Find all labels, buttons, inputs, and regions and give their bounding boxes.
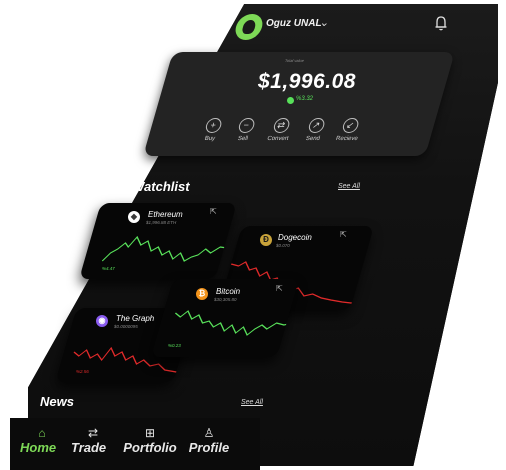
tab-profile[interactable]: ♙ Profile (185, 426, 233, 455)
portfolio-icon: ⊞ (144, 426, 156, 440)
the-graph-price: $0.0000095 (114, 324, 138, 329)
dogecoin-price: $0.070 (276, 243, 290, 248)
dogecoin-icon: Ð (260, 234, 272, 246)
balance-caption: Total value (284, 58, 305, 63)
tab-home[interactable]: ⌂ Home (20, 426, 64, 455)
tab-portfolio-label: Portfolio (123, 440, 177, 455)
tab-profile-label: Profile (188, 440, 230, 455)
bitcoin-name: Bitcoin (216, 287, 241, 296)
dogecoin-name: Dogecoin (278, 233, 312, 242)
external-link-icon[interactable]: ⇱ (276, 284, 283, 293)
plus-icon: + (203, 118, 223, 133)
stage: Oguz UNAL ⌄ Total value $1,996.08 %3.32 … (0, 0, 506, 470)
news-see-all-link[interactable]: See All (241, 399, 263, 406)
receive-button[interactable]: ↙ Recieve (330, 118, 368, 142)
news-title: News (40, 394, 74, 409)
send-label: Send (304, 136, 321, 142)
convert-label: Convert (266, 136, 290, 142)
balance-amount: $1,996.08 (258, 70, 356, 93)
buy-button[interactable]: + Buy (193, 118, 231, 142)
buy-label: Buy (203, 136, 216, 142)
watchlist-see-all-link[interactable]: See All (338, 183, 360, 190)
receive-label: Recieve (335, 136, 359, 142)
tab-trade[interactable]: ⇄ Trade (71, 426, 115, 455)
balance-change: %3.32 (296, 96, 314, 102)
send-icon: ↗ (306, 118, 326, 133)
the-graph-icon: ◉ (96, 315, 108, 327)
send-button[interactable]: ↗ Send (296, 118, 334, 142)
bitcoin-change: %0.23 (168, 343, 181, 348)
external-link-icon[interactable]: ⇱ (340, 230, 347, 239)
watchlist-title: Watchlist (132, 179, 190, 194)
bitcoin-icon: ₿ (196, 288, 208, 300)
tab-portfolio[interactable]: ⊞ Portfolio (120, 426, 180, 455)
ethereum-change: %4.47 (102, 266, 115, 271)
bell-icon[interactable] (432, 14, 450, 32)
username[interactable]: Oguz UNAL (266, 18, 322, 29)
ethereum-icon: ◆ (128, 211, 140, 223)
tab-home-label: Home (20, 440, 57, 455)
minus-icon: − (236, 118, 256, 133)
trade-icon: ⇄ (87, 426, 99, 440)
home-icon: ⌂ (38, 426, 46, 440)
bitcoin-price: $30,305.80 (214, 297, 237, 302)
sell-label: Sell (236, 136, 249, 142)
convert-button[interactable]: ⇄ Convert (261, 118, 299, 142)
the-graph-change: %2.56 (76, 369, 89, 374)
receive-icon: ↙ (340, 118, 360, 133)
up-indicator-icon (287, 97, 294, 104)
the-graph-name: The Graph (116, 314, 155, 323)
convert-icon: ⇄ (271, 118, 291, 133)
ethereum-name: Ethereum (148, 210, 183, 219)
avatar-figure (241, 20, 257, 34)
tab-trade-label: Trade (71, 440, 107, 455)
external-link-icon[interactable]: ⇱ (210, 207, 217, 216)
sell-button[interactable]: − Sell (226, 118, 264, 142)
ethereum-price: $1,996.88 ETH (146, 220, 177, 225)
profile-icon: ♙ (203, 426, 215, 440)
